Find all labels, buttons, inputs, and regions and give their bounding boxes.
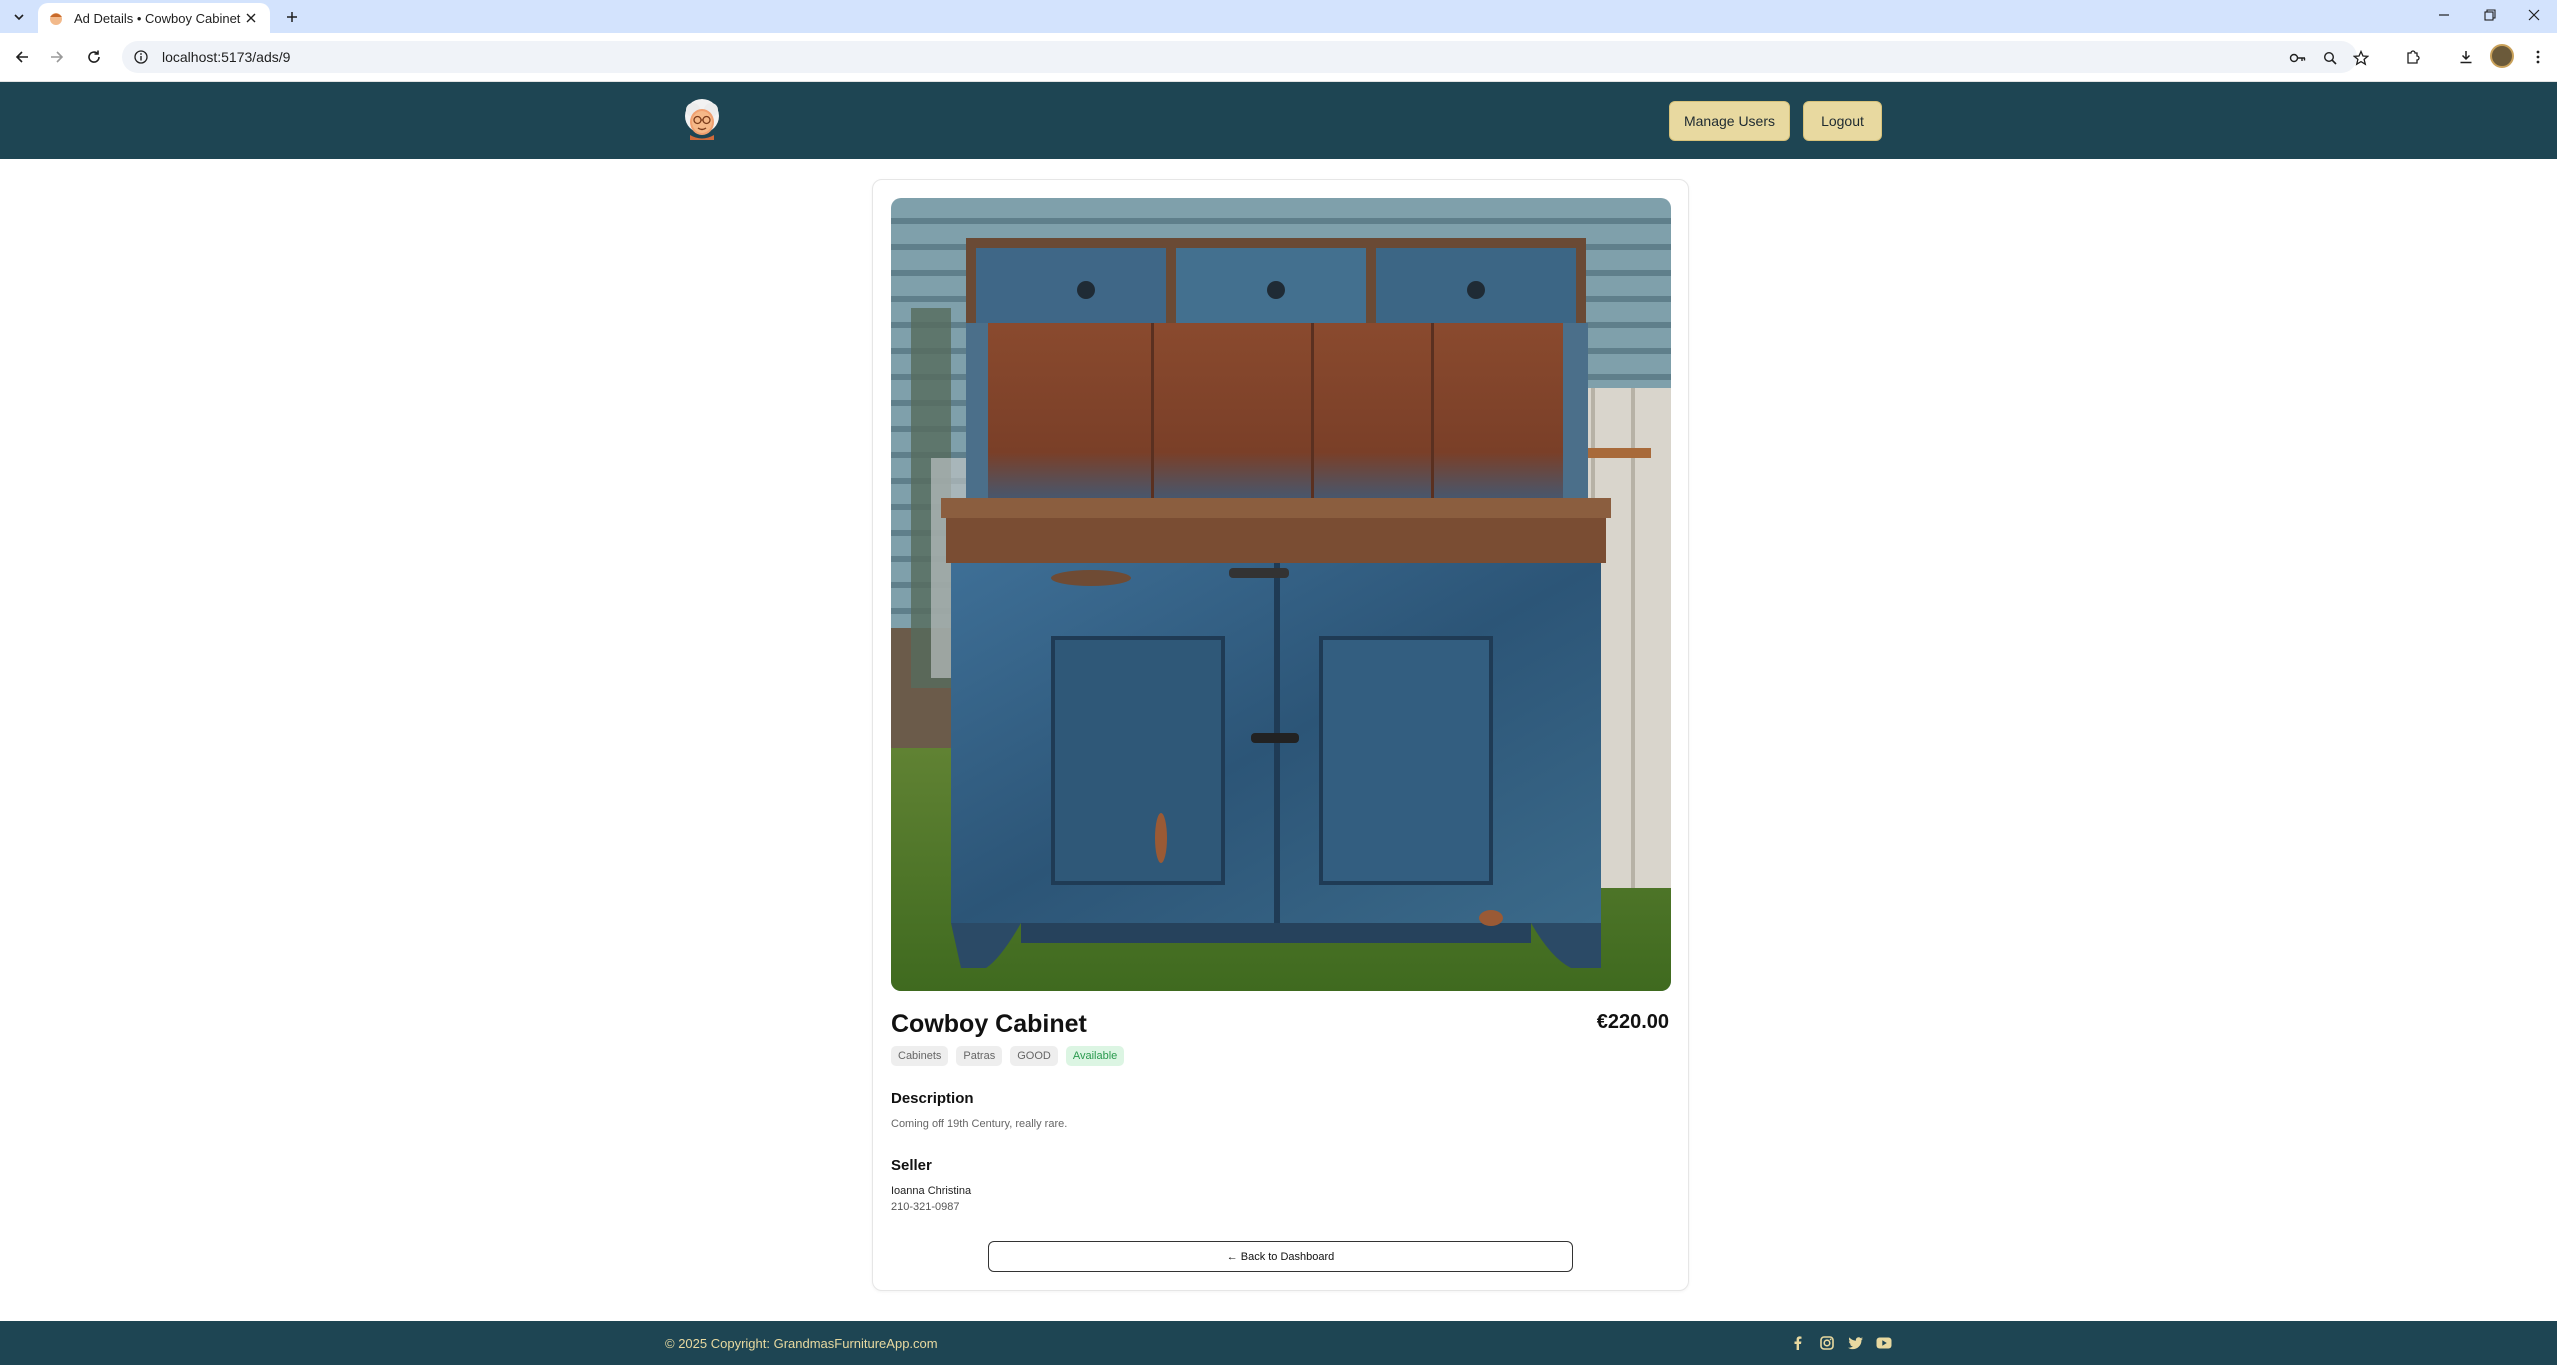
copyright-text: © 2025 Copyright: GrandmasFurnitureApp.c… — [665, 1336, 938, 1351]
facebook-icon[interactable] — [1788, 1333, 1808, 1353]
ad-title: Cowboy Cabinet — [891, 1010, 1087, 1038]
tab-title: Ad Details • Cowboy Cabinet — [74, 10, 241, 26]
close-window-icon[interactable] — [2511, 0, 2557, 30]
browser-menu-icon[interactable] — [2524, 43, 2552, 71]
youtube-icon[interactable] — [1874, 1333, 1894, 1353]
minimize-icon[interactable] — [2421, 0, 2467, 30]
seller-phone: 210-321-0987 — [891, 1201, 960, 1213]
extensions-puzzle-icon[interactable] — [2399, 43, 2427, 71]
profile-avatar[interactable] — [2490, 44, 2514, 68]
app-footer: © 2025 Copyright: GrandmasFurnitureApp.c… — [0, 1321, 2557, 1365]
ad-tags: Cabinets Patras GOOD Available — [891, 1046, 1125, 1066]
logout-button[interactable]: Logout — [1803, 101, 1882, 141]
password-key-icon[interactable] — [2286, 46, 2310, 70]
bookmark-star-icon[interactable] — [2349, 46, 2373, 70]
description-heading: Description — [891, 1090, 974, 1107]
browser-toolbar: localhost:5173/ads/9 — [0, 33, 2557, 82]
zoom-icon[interactable] — [2318, 46, 2342, 70]
ad-price: €220.00 — [1596, 1011, 1669, 1033]
seller-heading: Seller — [891, 1157, 932, 1174]
browser-tab-active[interactable]: Ad Details • Cowboy Cabinet — [38, 3, 270, 33]
status-badge: Available — [1065, 1046, 1125, 1066]
manage-users-button[interactable]: Manage Users — [1669, 101, 1790, 141]
grandma-favicon-icon — [48, 10, 64, 26]
twitter-icon[interactable] — [1845, 1333, 1865, 1353]
back-arrow-icon[interactable] — [8, 43, 36, 71]
seller-name: Ioanna Christina — [891, 1185, 972, 1197]
location-badge: Patras — [956, 1046, 1003, 1066]
description-text: Coming off 19th Century, really rare. — [891, 1118, 1068, 1130]
category-badge: Cabinets — [891, 1046, 949, 1066]
app-header: Manage Users Logout — [0, 82, 2557, 159]
downloads-icon[interactable] — [2452, 43, 2480, 71]
restore-icon[interactable] — [2467, 0, 2513, 30]
grandma-logo-icon[interactable] — [679, 96, 725, 142]
new-tab-plus-icon[interactable] — [280, 5, 304, 29]
ad-details-card: Cowboy Cabinet €220.00 Cabinets Patras G… — [872, 179, 1689, 1291]
tab-list-chevron-icon[interactable] — [8, 6, 30, 28]
site-info-icon[interactable] — [132, 48, 150, 66]
reload-icon[interactable] — [80, 43, 108, 71]
instagram-icon[interactable] — [1817, 1333, 1837, 1353]
browser-tab-bar: Ad Details • Cowboy Cabinet — [0, 0, 2557, 33]
url-text[interactable]: localhost:5173/ads/9 — [162, 49, 290, 65]
back-to-dashboard-button[interactable]: ← Back to Dashboard — [988, 1241, 1573, 1272]
ad-photo — [891, 198, 1671, 991]
tab-close-icon[interactable] — [242, 9, 260, 27]
address-bar[interactable]: localhost:5173/ads/9 — [122, 41, 2369, 73]
condition-badge: GOOD — [1010, 1046, 1058, 1066]
forward-arrow-icon[interactable] — [43, 43, 71, 71]
